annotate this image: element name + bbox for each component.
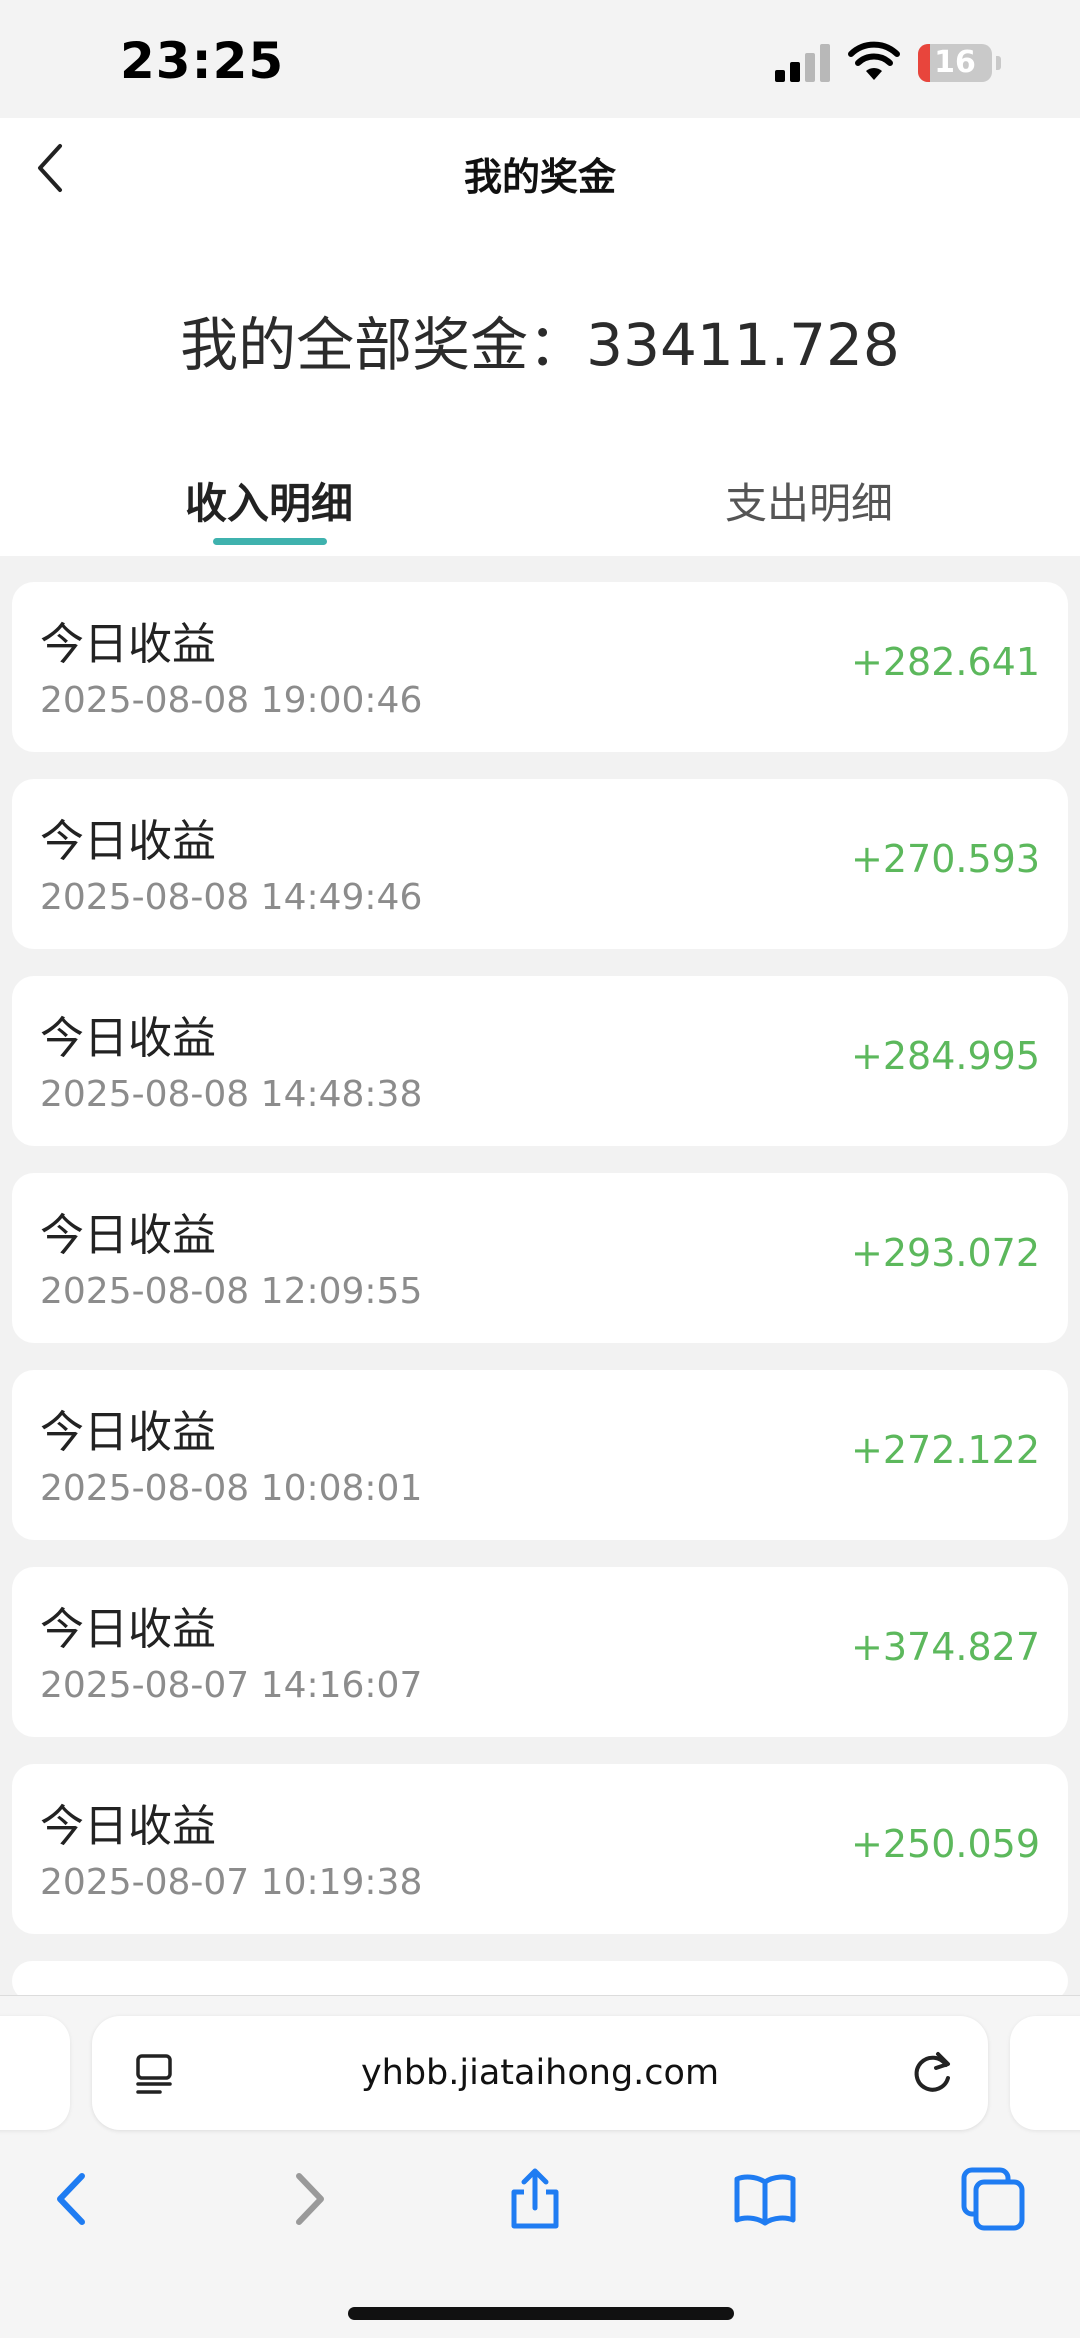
record-amount: +272.122 [851, 1428, 1040, 1472]
bookmarks-icon[interactable] [732, 2166, 798, 2232]
share-icon[interactable] [502, 2166, 568, 2232]
record-title: 今日收益 [40, 1604, 216, 1655]
home-indicator [348, 2307, 734, 2320]
record-amount: +270.593 [851, 837, 1040, 881]
next-tab-preview[interactable] [1010, 2016, 1080, 2130]
forward-nav-icon[interactable] [275, 2166, 341, 2232]
record-title: 今日收益 [40, 619, 216, 670]
battery-percent: 16 [934, 45, 976, 80]
page-title: 我的奖金 [463, 155, 616, 199]
reload-icon[interactable] [908, 2048, 958, 2098]
record-time: 2025-08-08 19:00:46 [40, 680, 423, 721]
record-time: 2025-08-08 10:08:01 [40, 1468, 423, 1509]
cellular-signal-icon [775, 44, 830, 82]
tab-income[interactable]: 收入明细 [185, 470, 353, 531]
address-bar[interactable]: yhbb.jiataihong.com [92, 2016, 988, 2130]
record-amount: +374.827 [851, 1625, 1040, 1669]
record-time: 2025-08-08 12:09:55 [40, 1271, 423, 1312]
wifi-icon [848, 41, 900, 80]
list-item[interactable]: 今日收益 2025-08-08 10:08:01 +272.122 [12, 1370, 1068, 1540]
record-title: 今日收益 [40, 816, 216, 867]
record-time: 2025-08-08 14:48:38 [40, 1074, 423, 1115]
back-nav-icon[interactable] [40, 2166, 106, 2232]
record-title: 今日收益 [40, 1801, 216, 1852]
browser-toolbar: yhbb.jiataihong.com [0, 1995, 1080, 2338]
list-item[interactable]: 今日收益 2025-08-08 19:00:46 +282.641 [12, 582, 1068, 752]
record-title: 今日收益 [40, 1210, 216, 1261]
record-time: 2025-08-07 10:19:38 [40, 1862, 423, 1903]
page-header: 我的奖金 我的全部奖金：33411.728 收入明细 支出明细 [0, 118, 1080, 556]
tab-expense[interactable]: 支出明细 [725, 470, 893, 531]
url-text[interactable]: yhbb.jiataihong.com [92, 2016, 988, 2130]
record-time: 2025-08-08 14:49:46 [40, 877, 423, 918]
list-item[interactable]: 今日收益 2025-08-08 14:49:46 +270.593 [12, 779, 1068, 949]
record-amount: +250.059 [851, 1822, 1040, 1866]
tab-active-indicator [213, 538, 327, 545]
list-item[interactable]: 今日收益 2025-08-07 10:19:38 +250.059 [12, 1764, 1068, 1934]
list-item[interactable]: 今日收益 2025-08-08 12:09:55 +293.072 [12, 1173, 1068, 1343]
record-amount: +293.072 [851, 1231, 1040, 1275]
status-time: 23:25 [120, 32, 285, 90]
record-title: 今日收益 [40, 1013, 216, 1064]
record-amount: +284.995 [851, 1034, 1040, 1078]
record-title: 今日收益 [40, 1407, 216, 1458]
status-bar: 23:25 16 [0, 0, 1080, 118]
total-bonus: 我的全部奖金：33411.728 [180, 311, 900, 379]
income-list: 今日收益 2025-08-08 19:00:46 +282.641 今日收益 2… [12, 582, 1068, 2028]
tabs-icon[interactable] [960, 2166, 1026, 2232]
record-amount: +282.641 [851, 640, 1040, 684]
list-item[interactable]: 今日收益 2025-08-07 14:16:07 +374.827 [12, 1567, 1068, 1737]
previous-tab-preview[interactable] [0, 2016, 70, 2130]
list-item[interactable]: 今日收益 2025-08-08 14:48:38 +284.995 [12, 976, 1068, 1146]
battery-icon: 16 [918, 44, 1002, 82]
record-time: 2025-08-07 14:16:07 [40, 1665, 423, 1706]
